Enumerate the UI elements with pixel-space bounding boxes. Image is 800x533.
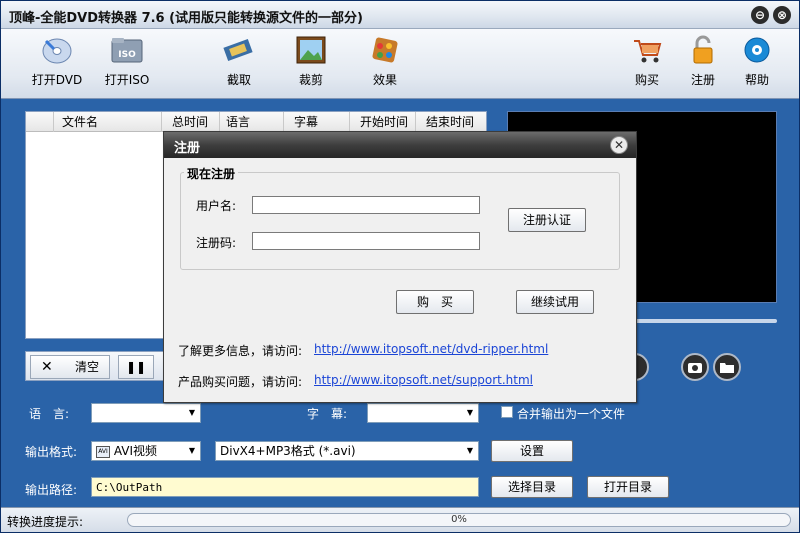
- more-info-label: 了解更多信息，请访问:: [178, 344, 303, 358]
- folder-icon: [720, 363, 734, 373]
- register-group-title: 现在注册: [184, 165, 239, 182]
- camera-icon: [688, 363, 702, 373]
- effects-button[interactable]: 效果: [353, 35, 417, 93]
- help-icon: [744, 37, 770, 63]
- codec-select[interactable]: DivX4+MP3格式 (*.avi) ▼: [215, 441, 479, 461]
- open-dvd-label: 打开DVD: [31, 73, 83, 87]
- subtitle-select[interactable]: ▼: [367, 403, 479, 423]
- buy-button[interactable]: 购买: [615, 35, 679, 93]
- column-duration[interactable]: 总时间: [162, 112, 220, 132]
- continue-trial-button[interactable]: 继续试用: [516, 290, 594, 314]
- reg-code-input[interactable]: [252, 232, 480, 250]
- dialog-close-button[interactable]: ✕: [610, 136, 628, 154]
- title-bar: 顶峰-全能DVD转换器 7.6 (试用版只能转换源文件的一部分) ⊖ ⊗: [1, 1, 799, 29]
- column-filename[interactable]: 文件名: [54, 112, 162, 132]
- open-iso-label: 打开ISO: [104, 73, 150, 87]
- dialog-title: 注册: [174, 141, 201, 156]
- output-path-label: 输出路径:: [25, 483, 78, 497]
- help-button[interactable]: 帮助: [725, 35, 789, 93]
- lock-icon: [693, 35, 713, 64]
- iso-badge: ISO: [118, 50, 136, 60]
- pause-button[interactable]: ❚❚: [118, 355, 154, 379]
- shopping-cart-icon: [634, 40, 662, 63]
- codec-value: DivX4+MP3格式 (*.avi): [220, 444, 356, 458]
- progress-text: 0%: [451, 514, 467, 525]
- purchase-label: 产品购买问题，请访问:: [178, 375, 303, 389]
- app-window: 顶峰-全能DVD转换器 7.6 (试用版只能转换源文件的一部分) ⊖ ⊗ 打开D…: [0, 0, 800, 533]
- reg-code-label: 注册码:: [196, 236, 237, 250]
- more-info-link[interactable]: http://www.itopsoft.net/dvd-ripper.html: [314, 342, 548, 356]
- output-path-input[interactable]: [91, 477, 479, 497]
- dialog-buy-button[interactable]: 购 买: [396, 290, 474, 314]
- chevron-down-icon: ▼: [466, 408, 474, 417]
- column-subtitle[interactable]: 字幕: [284, 112, 350, 132]
- conversion-progress-bar: 0%: [127, 513, 791, 527]
- format-settings-button[interactable]: 设置: [491, 440, 573, 462]
- open-folder-button[interactable]: 打开目录: [587, 476, 669, 498]
- help-label: 帮助: [744, 73, 769, 87]
- effects-label: 效果: [372, 73, 397, 87]
- image-crop-icon: [296, 36, 326, 64]
- open-snapshot-folder-button[interactable]: [713, 353, 741, 381]
- chevron-down-icon: ▼: [188, 446, 196, 455]
- minimize-button[interactable]: ⊖: [751, 6, 769, 24]
- column-end-time[interactable]: 结束时间: [416, 112, 486, 132]
- buy-label: 购买: [634, 73, 659, 87]
- purchase-link[interactable]: http://www.itopsoft.net/support.html: [314, 373, 533, 387]
- dvd-disc-icon: [42, 38, 72, 64]
- crop-button[interactable]: 裁剪: [279, 35, 343, 93]
- chevron-down-icon: ▼: [466, 446, 474, 455]
- merge-output-label: 合并输出为一个文件: [517, 407, 626, 421]
- open-iso-button[interactable]: ISO 打开ISO: [95, 35, 159, 93]
- subtitle-label: 字 幕:: [307, 407, 348, 421]
- dialog-title-bar: 注册 ✕: [164, 132, 636, 158]
- username-label: 用户名:: [196, 199, 237, 213]
- snapshot-button[interactable]: [681, 353, 709, 381]
- capture-label: 截取: [226, 73, 251, 87]
- username-input[interactable]: [252, 196, 480, 214]
- column-check: [26, 112, 54, 132]
- close-button[interactable]: ⊗: [773, 6, 791, 24]
- progress-label: 转换进度提示:: [7, 515, 84, 529]
- chevron-down-icon: ▼: [188, 408, 196, 417]
- iso-folder-icon: ISO: [111, 38, 143, 63]
- language-select[interactable]: ▼: [91, 403, 201, 423]
- open-dvd-button[interactable]: 打开DVD: [25, 35, 89, 93]
- effects-palette-icon: [372, 37, 398, 63]
- verify-button[interactable]: 注册认证: [508, 208, 586, 232]
- pause-icon: ❚❚: [125, 360, 147, 374]
- file-list-header: 文件名 总时间 语言 字幕 开始时间 结束时间: [26, 112, 486, 132]
- column-start-time[interactable]: 开始时间: [350, 112, 416, 132]
- crop-label: 裁剪: [298, 73, 323, 87]
- register-dialog: 注册 ✕ 现在注册 用户名: 注册码: 注册认证 购 买 继续试用 了解更多信息…: [163, 131, 637, 403]
- clear-button[interactable]: ✕ 清空: [30, 355, 110, 379]
- output-format-label: 输出格式:: [25, 445, 78, 459]
- capture-button[interactable]: 截取: [207, 35, 271, 93]
- clear-label: 清空: [75, 360, 100, 374]
- toolbar: 打开DVD ISO 打开ISO 截取 裁剪 效果 购买 注册 帮助: [1, 29, 799, 99]
- output-format-select[interactable]: AVI AVI视频 ▼: [91, 441, 201, 461]
- column-language[interactable]: 语言: [220, 112, 284, 132]
- merge-output-checkbox[interactable]: [501, 406, 513, 418]
- browse-folder-button[interactable]: 选择目录: [491, 476, 573, 498]
- language-label: 语 言:: [29, 407, 70, 421]
- avi-file-icon: AVI: [96, 445, 110, 458]
- window-title: 顶峰-全能DVD转换器 7.6 (试用版只能转换源文件的一部分): [9, 11, 364, 26]
- output-format-value: AVI视频: [113, 444, 158, 458]
- clear-icon: ✕: [41, 359, 53, 375]
- status-bar: 转换进度提示: 0%: [1, 507, 799, 532]
- film-capture-icon: [223, 38, 253, 62]
